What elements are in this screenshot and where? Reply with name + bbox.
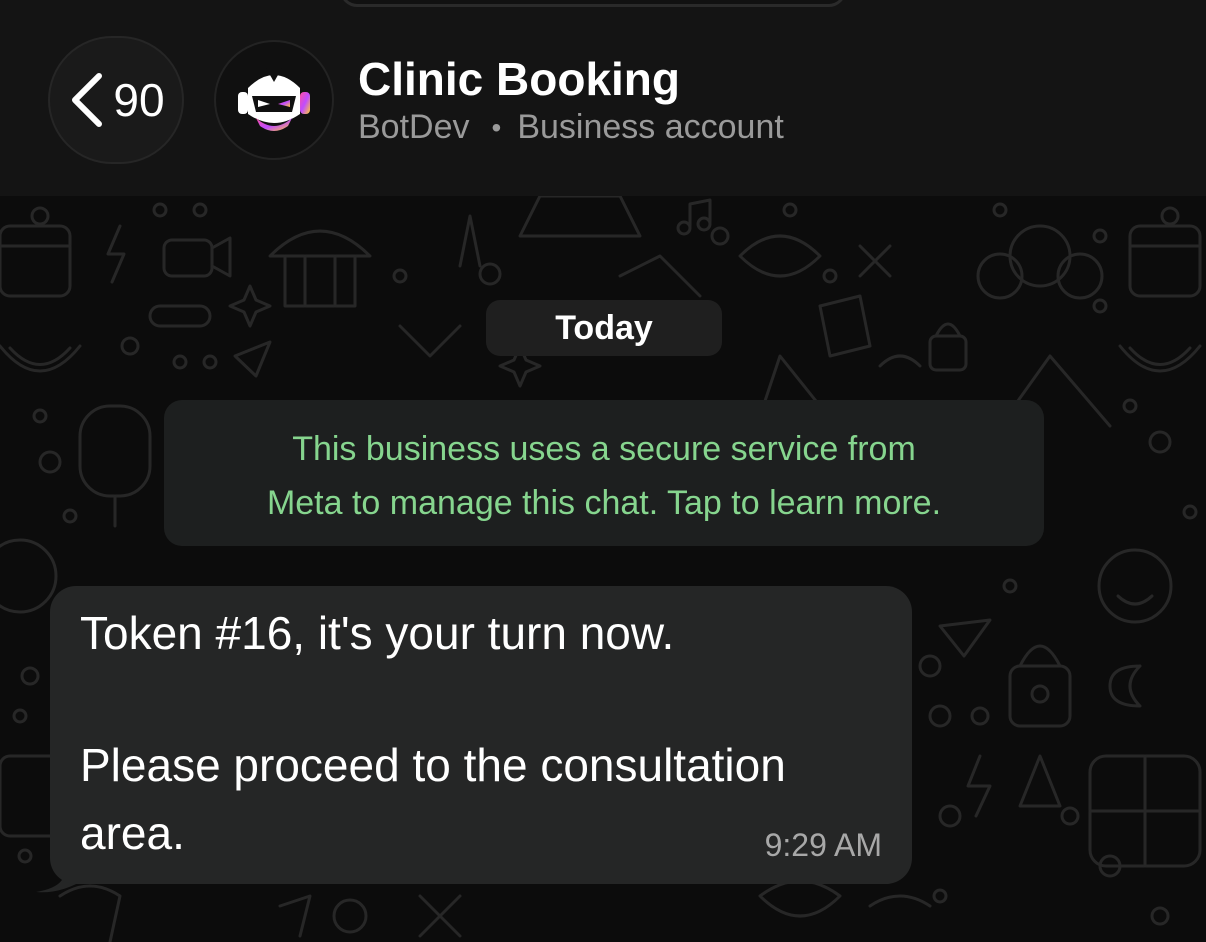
incoming-message[interactable]: Token #16, it's your turn now. Please pr… [50,586,912,884]
message-line-2: Please proceed to the consultation [80,739,786,791]
unread-count: 90 [113,74,165,126]
chat-title[interactable]: Clinic Booking [358,52,680,106]
notice-line-1: This business uses a secure service from [292,430,916,468]
dynamic-island [340,0,846,7]
chat-subtitle[interactable]: BotDev • Business account [358,108,784,147]
chat-screen: 90 Clinic Booking BotDev • Business acco… [0,0,1206,942]
message-line-3: area. [80,807,185,859]
business-name: BotDev [358,108,470,146]
date-separator: Today [486,300,722,356]
chat-area[interactable]: Today This business uses a secure servic… [0,196,1206,942]
chevron-left-icon [72,73,103,127]
account-type: Business account [517,108,784,146]
message-line-1: Token #16, it's your turn now. [80,607,675,659]
robot-icon [238,68,310,131]
message-timestamp: 9:29 AM [764,827,882,863]
notice-line-2: Meta to manage this chat. Tap to learn m… [266,484,942,522]
chat-header: 90 Clinic Booking BotDev • Business acco… [0,0,1206,196]
back-button[interactable]: 90 [48,36,184,164]
encryption-notice[interactable]: This business uses a secure service from… [164,400,1044,546]
avatar[interactable] [214,40,334,160]
subtitle-separator: • [491,111,502,143]
